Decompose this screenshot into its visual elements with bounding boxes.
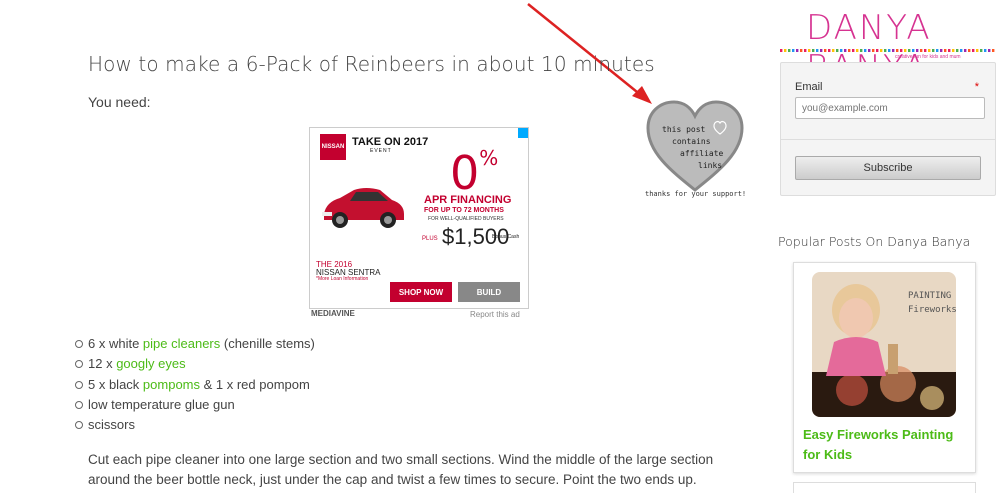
site-tagline: creative fun for kids and mum [895, 54, 961, 60]
ad-event-label: EVENT [370, 148, 392, 154]
googly-eyes-link[interactable]: googly eyes [116, 356, 185, 371]
list-item: 12 x googly eyes [75, 354, 315, 374]
thumbnail-caption: Fireworks [908, 305, 956, 315]
popular-post-card[interactable]: PAINTING Fireworks Easy Fireworks Painti… [793, 262, 976, 473]
list-item: 6 x white pipe cleaners (chenille stems) [75, 334, 315, 354]
thumbnail-caption: PAINTING [908, 291, 951, 301]
email-field[interactable] [795, 97, 985, 119]
ad-qualified: FOR WELL-QUALIFIED BUYERS [428, 216, 504, 222]
heart-text-line: affiliate [680, 149, 724, 158]
email-label: Email [795, 81, 823, 93]
ad-cash-label: Bonus Cash [492, 234, 520, 240]
form-divider [781, 139, 995, 140]
heart-text-line: links [698, 161, 722, 170]
subscribe-button[interactable]: Subscribe [795, 156, 981, 180]
shop-now-button[interactable]: SHOP NOW [390, 282, 452, 302]
logo-dots-divider [780, 49, 995, 52]
nissan-logo: NISSAN [320, 134, 346, 160]
pompoms-link[interactable]: pompoms [143, 377, 200, 392]
affiliate-thanks: thanks for your support! [645, 190, 747, 198]
report-ad-link[interactable]: Report this ad [470, 310, 520, 319]
popular-post-link[interactable]: Easy Fireworks Painting for Kids [803, 425, 973, 465]
required-marker: * [974, 81, 979, 93]
heart-text-line: this post [662, 125, 706, 134]
list-item: low temperature glue gun [75, 395, 315, 415]
fireworks-painting-thumbnail[interactable]: PAINTING Fireworks [812, 272, 956, 417]
car-image [322, 188, 404, 228]
list-item: scissors [75, 415, 315, 435]
supplies-list: 6 x white pipe cleaners (chenille stems)… [75, 334, 315, 435]
ad-more-info[interactable]: *More Loan Information [316, 276, 368, 282]
affiliate-heart-icon: this post contains affiliate links [646, 100, 744, 192]
ad-percent: 0% [450, 146, 499, 200]
ad-plus: PLUS [422, 236, 438, 242]
ad-choices-icon[interactable] [518, 128, 528, 138]
heart-text-line: contains [672, 137, 711, 146]
instructions-paragraph: Cut each pipe cleaner into one large sec… [88, 452, 714, 487]
ad-headline: TAKE ON 2017 [352, 136, 429, 148]
ad-upto: FOR UP TO 72 MONTHS [424, 207, 504, 214]
ad-apr: APR FINANCING [424, 194, 512, 206]
you-need-label: You need: [88, 94, 151, 110]
nissan-advertisement[interactable]: NISSAN TAKE ON 2017 EVENT 0% APR FINANCI… [309, 127, 529, 309]
post-title: How to make a 6-Pack of Reinbeers in abo… [88, 52, 655, 76]
build-button[interactable]: BUILD [458, 282, 520, 302]
pipe-cleaners-link[interactable]: pipe cleaners [143, 336, 220, 351]
list-item: 5 x black pompoms & 1 x red pompom [75, 375, 315, 395]
ad-network-label: MEDIAVINE [311, 309, 355, 318]
popular-posts-heading: Popular Posts On Danya Banya [778, 234, 971, 249]
subscribe-form: Email * Subscribe [780, 62, 996, 196]
